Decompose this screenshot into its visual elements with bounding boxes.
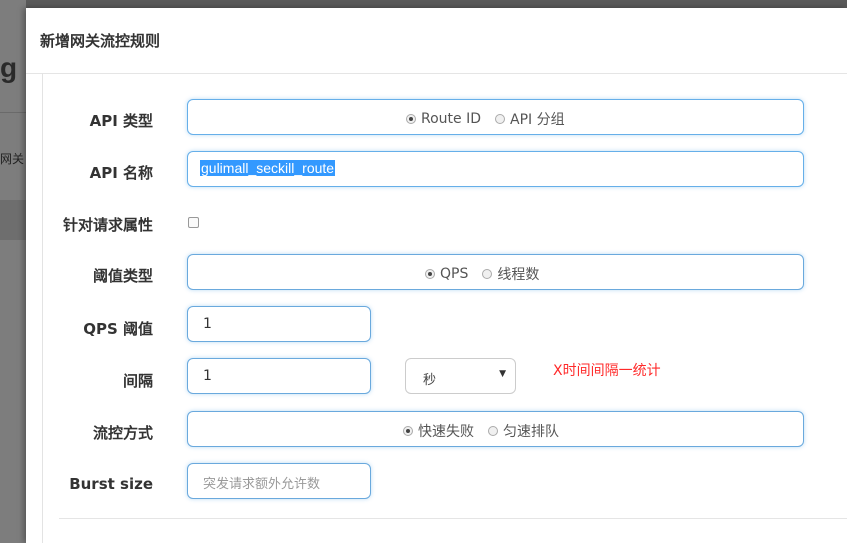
api-name-label: API 名称	[89, 164, 153, 182]
radio-api-group-dot[interactable]	[495, 114, 505, 124]
threshold-type-group: QPS 线程数	[187, 254, 804, 290]
dialog-title: 新增网关流控规则	[40, 32, 161, 50]
burst-size-label: Burst size	[69, 475, 153, 493]
radio-route-id[interactable]: Route ID	[406, 111, 481, 127]
background-text-fragment: 网关	[0, 152, 25, 166]
request-attr-label: 针对请求属性	[62, 216, 153, 234]
radio-thread-count-label: 线程数	[497, 267, 540, 283]
interval-value: 1	[203, 368, 212, 384]
radio-uniform-queue-label: 匀速排队	[503, 424, 559, 440]
qps-threshold-input[interactable]: 1	[187, 306, 371, 342]
qps-threshold-value: 1	[203, 316, 212, 332]
interval-unit-value: 秒	[423, 373, 437, 388]
api-name-input[interactable]: gulimall_seckill_route	[187, 151, 804, 187]
interval-label: 间隔	[122, 372, 153, 390]
radio-uniform-queue[interactable]: 匀速排队	[488, 421, 559, 441]
radio-api-group-label: API 分组	[510, 112, 565, 128]
threshold-type-label: 阈值类型	[92, 267, 153, 285]
add-gateway-flow-rule-dialog: 新增网关流控规则 API 类型 Route ID API 分组 API 名称 g…	[26, 8, 847, 543]
radio-qps[interactable]: QPS	[425, 266, 468, 282]
qps-threshold-label: QPS 阈值	[83, 320, 153, 338]
radio-thread-count-dot[interactable]	[482, 269, 493, 279]
radio-qps-label: QPS	[440, 266, 469, 282]
control-mode-label: 流控方式	[92, 424, 153, 442]
radio-thread-count[interactable]: 线程数	[482, 264, 539, 284]
background-divider	[0, 112, 26, 113]
dialog-footer-divider	[59, 518, 847, 519]
control-mode-group: 快速失败 匀速排队	[187, 411, 804, 447]
annotation-note: X时间间隔一统计	[553, 363, 661, 379]
radio-api-group[interactable]: API 分组	[495, 109, 565, 129]
radio-uniform-queue-dot[interactable]	[488, 426, 498, 436]
burst-size-input[interactable]: 突发请求额外允许数	[187, 463, 371, 499]
api-type-group: Route ID API 分组	[187, 99, 804, 135]
dialog-header: 新增网关流控规则	[26, 8, 847, 74]
background-title-fragment: g	[0, 52, 18, 83]
background-top-bar	[0, 0, 847, 8]
radio-fast-fail[interactable]: 快速失败	[403, 421, 474, 441]
interval-unit-select[interactable]: 秒 ▼	[405, 358, 516, 394]
api-type-label: API 类型	[89, 112, 153, 130]
radio-route-id-label: Route ID	[421, 111, 481, 127]
api-name-value: gulimall_seckill_route	[200, 160, 336, 176]
radio-fast-fail-dot[interactable]	[403, 426, 413, 436]
burst-size-placeholder: 突发请求额外允许数	[203, 477, 321, 492]
radio-fast-fail-label: 快速失败	[418, 424, 474, 440]
dialog-body: API 类型 Route ID API 分组 API 名称 gulimall_s…	[42, 73, 847, 543]
select-caret-icon: ▼	[499, 369, 506, 379]
request-attr-checkbox[interactable]	[188, 217, 199, 228]
radio-qps-dot[interactable]	[425, 269, 435, 279]
interval-input[interactable]: 1	[187, 358, 371, 394]
radio-route-id-dot[interactable]	[406, 114, 416, 124]
background-row	[0, 200, 26, 240]
